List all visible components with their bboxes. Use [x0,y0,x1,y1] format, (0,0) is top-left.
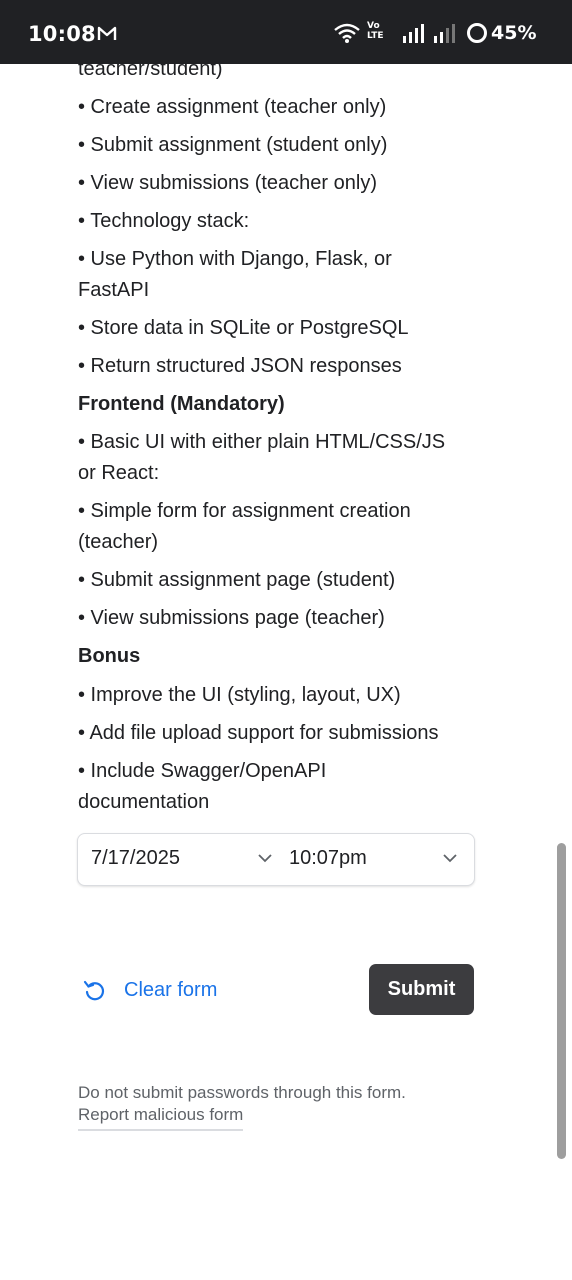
date-picker[interactable]: 7/17/2025 [91,847,180,870]
date-time-field: 7/17/2025 10:07pm [77,833,475,886]
description-line: or React: [78,462,160,484]
description-line: • Create assignment (teacher only) [78,96,387,118]
description-line: • Store data in SQLite or PostgreSQL [78,317,409,339]
description-line: • Submit assignment page (student) [78,569,396,591]
battery-percent: 45% [491,22,537,44]
description-line: • Improve the UI (styling, layout, UX) [78,684,401,706]
submit-button[interactable]: Submit [369,964,474,1015]
signal-strength-icon-sim2 [434,24,455,43]
clock-time: 10:08 [28,22,96,46]
description-line: FastAPI [78,279,150,301]
description-line: documentation [78,791,210,813]
section-heading: Frontend (Mandatory) [78,393,285,415]
wifi-icon [334,23,360,43]
description-line: • Include Swagger/OpenAPI [78,760,327,782]
time-picker[interactable]: 10:07pm [289,847,367,870]
description-line: • Submit assignment (student only) [78,134,388,156]
description-line: • Technology stack: [78,210,250,232]
description-line: • Use Python with Django, Flask, or [78,248,392,270]
description-line: (teacher) [78,531,159,553]
clear-form-label: Clear form [124,978,218,1001]
volte-line-1: Vo [367,21,380,31]
section-heading: Bonus [78,645,141,667]
gmail-icon [97,26,117,40]
description-line: • Simple form for assignment creation [78,500,411,522]
scrollbar-thumb[interactable] [557,843,566,1159]
description-line: • View submissions (teacher only) [78,172,377,194]
signal-strength-icon [403,24,424,43]
chevron-down-icon[interactable] [442,852,458,864]
description-line: • Basic UI with either plain HTML/CSS/JS [78,431,446,453]
clear-form-button[interactable]: Clear form [82,970,242,1010]
password-warning: Do not submit passwords through this for… [78,1083,406,1102]
description-line: • Return structured JSON responses [78,355,402,377]
description-line: • View submissions page (teacher) [78,607,385,629]
description-line: • Add file upload support for submission… [78,722,439,744]
volte-indicator: Vo LTE [367,21,384,41]
reset-icon [83,980,105,1001]
battery-icon [467,23,487,43]
chevron-down-icon[interactable] [257,852,273,864]
report-malicious-link[interactable]: Report malicious form [78,1105,244,1131]
status-bar: 10:08 Vo LTE 45% [0,0,572,64]
volte-line-2: LTE [367,31,384,41]
